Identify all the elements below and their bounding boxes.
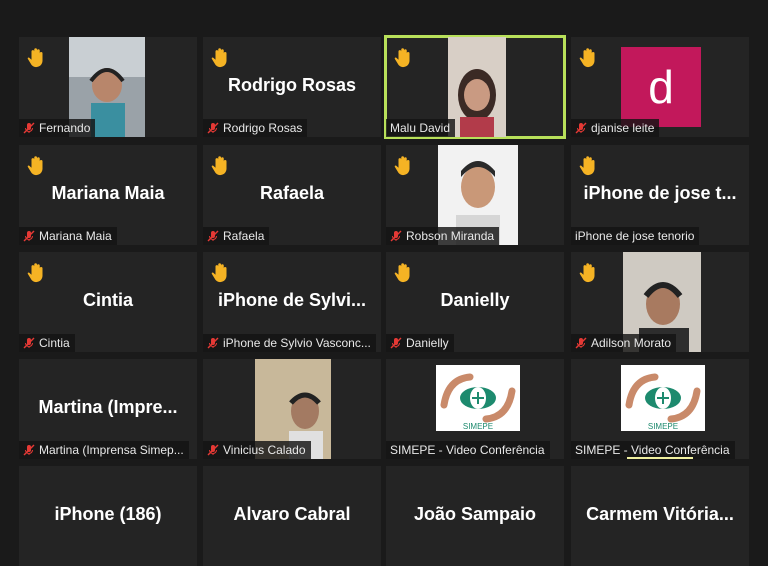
raised-hand-icon	[211, 263, 227, 283]
active-indicator	[627, 457, 693, 459]
participant-label-text: Cintia	[39, 336, 70, 350]
simepe-logo-text: SIMEPE	[648, 422, 678, 431]
participant-label: Danielly	[386, 334, 454, 352]
muted-mic-icon	[575, 122, 587, 134]
participant-tile-cintia[interactable]: Cintia Cintia	[19, 252, 197, 352]
participant-tile-simepe-1[interactable]: SIMEPE SIMEPE - Video Conferência	[386, 359, 564, 459]
participant-display-name: Cintia	[82, 290, 133, 310]
raised-hand-icon	[579, 156, 595, 176]
muted-mic-icon	[207, 230, 219, 242]
participant-label-text: iPhone de jose tenorio	[575, 229, 695, 243]
muted-mic-icon	[390, 337, 402, 349]
participant-label: Cintia	[19, 334, 75, 352]
participant-video	[448, 37, 506, 137]
raised-hand-icon	[579, 48, 595, 68]
raised-hand-icon	[27, 48, 43, 68]
participant-tile-robson-miranda[interactable]: Robson Miranda	[386, 145, 564, 245]
raised-hand-icon	[211, 48, 227, 68]
participant-label-text: Danielly	[406, 336, 449, 350]
participant-tile-carmem-vitoria[interactable]: Carmem Vitória...	[571, 466, 749, 566]
participant-label-text: djanise leite	[591, 121, 655, 135]
participant-label-text: Rodrigo Rosas	[223, 121, 303, 135]
participant-tile-simepe-2[interactable]: SIMEPE SIMEPE - Video Conferência	[571, 359, 749, 459]
raised-hand-icon	[394, 263, 410, 283]
simepe-logo-icon: SIMEPE	[436, 365, 520, 431]
participant-label: iPhone de jose tenorio	[571, 227, 700, 245]
muted-mic-icon	[207, 444, 219, 456]
participant-tile-iphone-de-jose-tenorio[interactable]: iPhone de jose t... iPhone de jose tenor…	[571, 145, 749, 245]
participant-tile-iphone-186[interactable]: iPhone (186)	[19, 466, 197, 566]
participant-label: SIMEPE - Video Conferência	[386, 441, 550, 459]
participant-label-text: SIMEPE - Video Conferência	[390, 443, 545, 457]
participant-display-name: Danielly	[440, 290, 510, 310]
participant-tile-joao-sampaio[interactable]: João Sampaio	[386, 466, 564, 566]
participant-label-text: Robson Miranda	[406, 229, 495, 243]
raised-hand-icon	[211, 156, 227, 176]
participant-tile-rodrigo-rosas[interactable]: Rodrigo Rosas Rodrigo Rosas	[203, 37, 381, 137]
participant-tile-djanise-leite[interactable]: d djanise leite	[571, 37, 749, 137]
muted-mic-icon	[23, 337, 35, 349]
participant-tile-vinicius-calado[interactable]: Vinicius Calado	[203, 359, 381, 459]
participant-display-name: Martina (Impre...	[38, 397, 178, 417]
participant-label-text: Rafaela	[223, 229, 265, 243]
participant-tile-danielly[interactable]: Danielly Danielly	[386, 252, 564, 352]
simepe-logo-icon: SIMEPE	[621, 365, 705, 431]
participant-label-text: Martina (Imprensa Simep...	[39, 443, 184, 457]
raised-hand-icon	[27, 156, 43, 176]
participant-display-name: Rodrigo Rosas	[227, 75, 356, 95]
muted-mic-icon	[23, 122, 35, 134]
participant-label: Rodrigo Rosas	[203, 119, 308, 137]
participant-tile-alvaro-cabral[interactable]: Alvaro Cabral	[203, 466, 381, 566]
participant-tile-fernando[interactable]: Fernando	[19, 37, 197, 137]
raised-hand-icon	[394, 48, 410, 68]
participant-label: Rafaela	[203, 227, 270, 245]
participant-tile-malu-david[interactable]: Malu David	[384, 35, 566, 139]
participant-grid: Fernando Rodrigo Rosas Rodrigo Rosas Mal…	[0, 0, 768, 566]
raised-hand-icon	[27, 263, 43, 283]
muted-mic-icon	[23, 230, 35, 242]
participant-tile-martina[interactable]: Martina (Impre... Martina (Imprensa Sime…	[19, 359, 197, 459]
participant-label-text: iPhone de Sylvio Vasconc...	[223, 336, 371, 350]
muted-mic-icon	[23, 444, 35, 456]
participant-tile-mariana-maia[interactable]: Mariana Maia Mariana Maia	[19, 145, 197, 245]
participant-label: Fernando	[19, 119, 96, 137]
participant-label-text: Mariana Maia	[39, 229, 112, 243]
participant-display-name: Mariana Maia	[51, 183, 165, 203]
participant-display-name: Alvaro Cabral	[233, 504, 351, 524]
participant-label: djanise leite	[571, 119, 660, 137]
muted-mic-icon	[207, 122, 219, 134]
participant-label: Malu David	[386, 119, 456, 137]
participant-display-name: João Sampaio	[413, 504, 537, 524]
participant-label-text: Adilson Morato	[591, 336, 672, 350]
participant-label: iPhone de Sylvio Vasconc...	[203, 334, 376, 352]
participant-display-name: iPhone (186)	[54, 504, 162, 524]
participant-label-text: Vinicius Calado	[223, 443, 306, 457]
muted-mic-icon	[390, 230, 402, 242]
muted-mic-icon	[575, 337, 587, 349]
participant-label: Mariana Maia	[19, 227, 117, 245]
participant-display-name: iPhone de jose t...	[583, 183, 737, 203]
participant-tile-iphone-de-sylvio[interactable]: iPhone de Sylvi... iPhone de Sylvio Vasc…	[203, 252, 381, 352]
participant-display-name: Rafaela	[259, 183, 325, 203]
raised-hand-icon	[394, 156, 410, 176]
participant-display-name: Carmem Vitória...	[586, 504, 734, 524]
muted-mic-icon	[207, 337, 219, 349]
participant-label-text: Malu David	[390, 121, 451, 135]
participant-label: Robson Miranda	[386, 227, 500, 245]
avatar: d	[621, 47, 701, 127]
participant-label: Adilson Morato	[571, 334, 677, 352]
simepe-logo-text: SIMEPE	[463, 422, 493, 431]
participant-label: Vinicius Calado	[203, 441, 311, 459]
participant-display-name: iPhone de Sylvi...	[217, 290, 367, 310]
participant-label: Martina (Imprensa Simep...	[19, 441, 189, 459]
participant-label-text: Fernando	[39, 121, 91, 135]
raised-hand-icon	[579, 263, 595, 283]
participant-tile-adilson-morato[interactable]: Adilson Morato	[571, 252, 749, 352]
participant-tile-rafaela[interactable]: Rafaela Rafaela	[203, 145, 381, 245]
